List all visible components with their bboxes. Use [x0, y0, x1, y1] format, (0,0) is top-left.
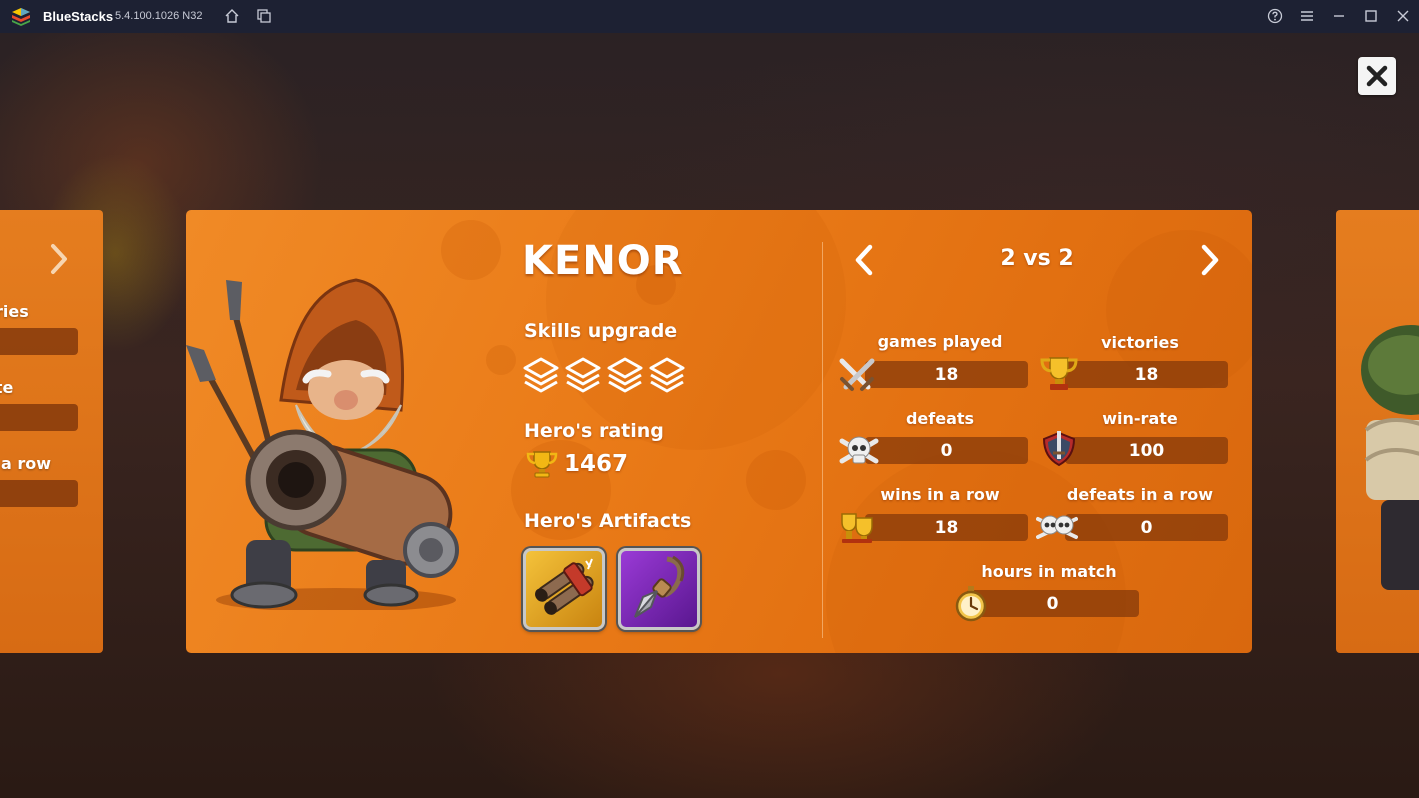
- game-mode-label: 2 vs 2: [1000, 246, 1074, 271]
- defeats-in-a-row-label: defeats in a row: [1066, 485, 1214, 504]
- games-played-label: games played: [877, 332, 1003, 351]
- wins-in-a-row-value: 18: [865, 514, 1028, 541]
- chevron-right-icon[interactable]: [1194, 242, 1224, 278]
- chevron-left-icon[interactable]: [850, 242, 880, 278]
- menu-icon[interactable]: [1298, 7, 1316, 25]
- bluestacks-logo-icon: [12, 8, 30, 26]
- skill-level-icon: [649, 357, 685, 393]
- previous-hero-card[interactable]: ories ate n a row: [0, 210, 103, 653]
- section-divider: [822, 242, 823, 638]
- window-titlebar: BlueStacks 5.4.100.1026 N32: [0, 0, 1419, 33]
- hero-name: KENOR: [522, 238, 684, 284]
- stat-label: ories: [0, 302, 29, 321]
- decor-bubble: [746, 450, 806, 510]
- double-skull-icon: [1036, 515, 1078, 539]
- stat-pill: [0, 404, 78, 431]
- cannon-artifact-icon[interactable]: [523, 548, 605, 630]
- app-version: 5.4.100.1026 N32: [115, 10, 203, 22]
- defeats-value: 0: [865, 437, 1028, 464]
- close-icon[interactable]: [1394, 7, 1412, 25]
- stat-label: ate: [0, 378, 14, 397]
- victories-value: 18: [1065, 361, 1228, 388]
- home-icon[interactable]: [223, 7, 241, 25]
- defeats-label: defeats: [905, 409, 975, 428]
- help-icon[interactable]: [1266, 7, 1284, 25]
- win-rate-label: win-rate: [1102, 409, 1178, 428]
- wins-in-a-row-label: wins in a row: [880, 485, 1000, 504]
- minimize-icon[interactable]: [1330, 7, 1348, 25]
- hero-artifacts-title: Hero's Artifacts: [524, 510, 692, 532]
- chevron-right-icon[interactable]: [48, 242, 70, 276]
- close-button[interactable]: [1358, 57, 1396, 95]
- skills-upgrade-title: Skills upgrade: [524, 320, 678, 342]
- maximize-icon[interactable]: [1362, 7, 1380, 25]
- skill-level-icon: [523, 357, 559, 393]
- hero-rating-value: 1467: [564, 451, 629, 477]
- win-rate-value: 100: [1065, 437, 1228, 464]
- golden-trophy-icon: [1040, 357, 1078, 390]
- skill-level-icon: [607, 357, 643, 393]
- stopwatch-icon: [955, 586, 987, 622]
- skill-level-icon: [565, 357, 601, 393]
- stat-pill: [0, 328, 78, 355]
- hero-rating: 1467: [526, 450, 628, 478]
- hours-in-match-label: hours in match: [981, 562, 1117, 581]
- artifacts-row: [523, 548, 700, 630]
- next-hero-card[interactable]: [1336, 210, 1419, 653]
- multi-instance-icon[interactable]: [255, 7, 273, 25]
- shield-sword-icon: [1042, 431, 1076, 467]
- hero-stats-card: KENOR Skills upgrade Hero's rating 1467 …: [186, 210, 1252, 653]
- games-played-value: 18: [865, 361, 1028, 388]
- stat-label: n a row: [0, 454, 51, 473]
- hero-portrait: [186, 278, 459, 610]
- crossed-swords-icon: [839, 358, 875, 391]
- victories-label: victories: [1101, 333, 1179, 352]
- skull-crossbones-icon: [839, 436, 879, 464]
- next-hero-portrait: [1361, 325, 1419, 590]
- close-x-icon: [1366, 65, 1388, 87]
- hero-rating-title: Hero's rating: [524, 420, 664, 442]
- app-name: BlueStacks: [43, 9, 114, 24]
- arrowhead-artifact-icon[interactable]: [618, 548, 700, 630]
- defeats-in-a-row-value: 0: [1065, 514, 1228, 541]
- game-viewport: ories ate n a row: [0, 33, 1419, 798]
- decor-bubble: [486, 345, 516, 375]
- trophy-icon: [526, 451, 558, 478]
- skills-upgrade-row: [523, 355, 685, 395]
- stat-pill: [0, 480, 78, 507]
- double-trophy-icon: [841, 513, 873, 543]
